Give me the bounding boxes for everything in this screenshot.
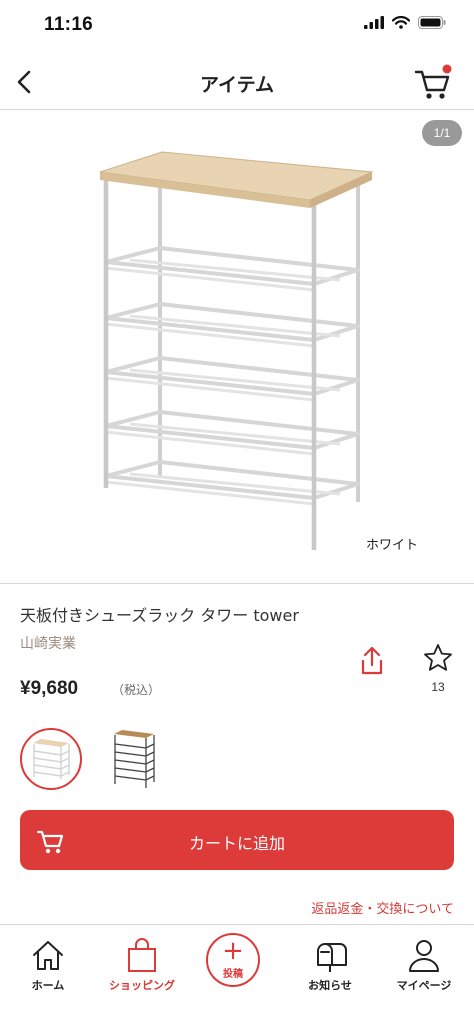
page-title: アイテム [199, 74, 275, 96]
house-icon [33, 941, 63, 970]
signal-icon [364, 16, 384, 29]
star-icon [424, 644, 452, 671]
status-time: 11:16 [44, 14, 94, 35]
black-rack-thumbnail [114, 730, 155, 788]
tab-notifications[interactable]: お知らせ [290, 931, 370, 1001]
tab-shopping[interactable]: ショッピング [102, 931, 182, 1001]
tab-label: 投稿 [223, 969, 243, 980]
returns-link[interactable]: 返品返金・交換について [311, 898, 454, 917]
cart-icon [414, 64, 452, 99]
tab-label: マイページ [396, 979, 452, 992]
share-icon [361, 646, 383, 675]
mailbox-icon [317, 943, 347, 972]
status-bar: 11:16 [0, 0, 474, 54]
brand-link[interactable]: 山崎実業 [20, 633, 76, 653]
wifi-icon [392, 16, 410, 29]
tax-label: （税込） [112, 683, 161, 697]
person-icon [409, 940, 439, 972]
tab-label: ホーム [31, 979, 65, 992]
share-button[interactable] [354, 643, 390, 679]
post-button: + 投稿 [206, 933, 260, 987]
tab-bar: ホーム ショッピング + 投稿 お知らせ マイページ [0, 924, 474, 1024]
page-indicator: 1/1 [422, 120, 462, 146]
product-image-gallery[interactable]: 1/1 ホワイト [0, 110, 474, 584]
add-to-cart-label: カートに追加 [188, 834, 285, 853]
product-name: 天板付きシューズラック タワー tower [20, 606, 299, 625]
tab-home[interactable]: ホーム [8, 931, 88, 1001]
status-icons [364, 16, 446, 29]
color-caption: ホワイト [366, 538, 419, 553]
favorite-count: 13 [431, 680, 445, 694]
tab-label: お知らせ [308, 979, 352, 992]
tab-post[interactable]: + 投稿 [196, 931, 276, 1001]
plus-icon: + [222, 936, 244, 966]
tab-mypage[interactable]: マイページ [384, 931, 464, 1001]
battery-icon [418, 16, 446, 29]
white-rack-thumbnail [33, 739, 70, 779]
add-to-cart-button[interactable]: カートに追加 [20, 810, 454, 870]
tab-label: ショッピング [109, 979, 175, 992]
favorite-button[interactable]: 13 [418, 642, 458, 698]
cart-button[interactable] [412, 62, 454, 102]
variant-thumb-white[interactable] [20, 728, 82, 790]
price: ¥9,680 [20, 678, 79, 699]
shoe-rack-image [99, 151, 374, 550]
nav-bar: アイテム [0, 54, 474, 110]
variant-thumb-black[interactable] [102, 728, 164, 790]
variant-thumbnails [20, 728, 164, 790]
shopping-bag-icon [128, 938, 156, 972]
